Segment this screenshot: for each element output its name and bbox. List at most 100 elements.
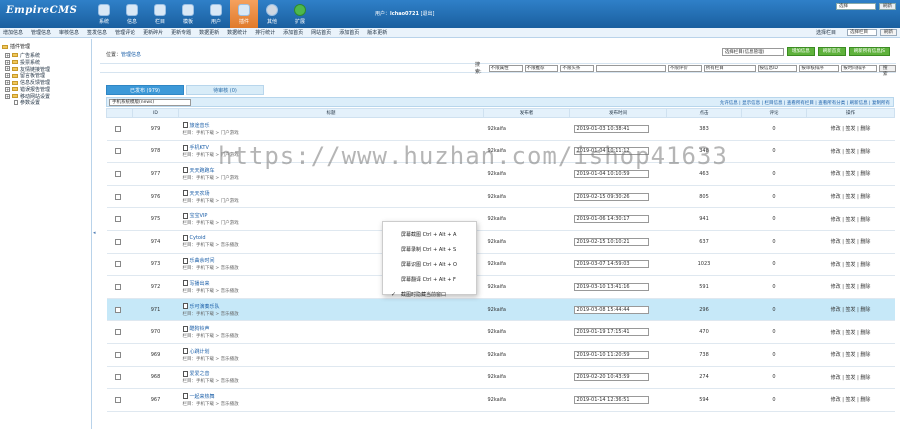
operations-links[interactable]: 修改 | 签发 | 删除 [806, 230, 895, 254]
operations-links[interactable]: 修改 | 签发 | 删除 [806, 162, 895, 186]
table-row[interactable]: 969 心跳计划 栏目：手机下载 > 音乐播放 92kaifa 2019-01-10 1… [106, 343, 895, 367]
menubar-column-select[interactable]: 选择栏目 [847, 29, 877, 36]
time-field[interactable]: 2019-03-10 13:41:16 [573, 282, 649, 291]
menu-item[interactable]: 数据更新 [199, 29, 219, 36]
title-link[interactable]: 一起来热舞 [190, 393, 215, 400]
add-info-button[interactable]: 增加信息 [786, 47, 815, 56]
operations-links[interactable]: 修改 | 签发 | 删除 [806, 185, 895, 209]
menu-item[interactable]: 添加首页 [339, 29, 359, 36]
edit-icon[interactable] [182, 348, 188, 355]
operations-links[interactable]: 修改 | 签发 | 删除 [806, 388, 895, 412]
table-row[interactable]: 972 写播出来 栏目：手机下载 > 音乐播放 92kaifa 2019-03-10 1… [106, 275, 895, 299]
edit-icon[interactable] [182, 235, 188, 242]
menu-item[interactable]: 版本更新 [367, 29, 387, 36]
table-row[interactable]: 975 宝宝VIP 栏目：手机下载 > 门户游戏 92kaifa 2019-01-06 … [106, 207, 895, 231]
row-checkbox[interactable] [114, 216, 121, 223]
menu-item[interactable]: 网站首页 [311, 29, 331, 36]
tree-item[interactable]: + 友情链接管理 [2, 66, 89, 73]
nav-item[interactable]: 扩展 [286, 0, 314, 28]
template-select[interactable]: 手机系统模版(news) [109, 98, 191, 106]
menubar-refresh-button[interactable]: 刷新 [880, 29, 897, 36]
operations-links[interactable]: 修改 | 签发 | 删除 [806, 140, 895, 164]
title-link[interactable]: 宝宝VIP [190, 212, 208, 219]
title-link[interactable]: 写播出来 [190, 280, 210, 287]
menu-item[interactable]: 数据统计 [227, 29, 247, 36]
context-menu-item[interactable]: 屏幕录制 Ctrl + Alt + S [383, 242, 476, 257]
sort-time-select[interactable]: 按时间排序 [841, 64, 878, 72]
table-row[interactable]: 971 乐可演奏乐队 栏目：手机下载 > 音乐播放 92kaifa 2019-03-08… [106, 298, 895, 322]
expand-icon[interactable]: + [5, 66, 10, 72]
title-link[interactable]: 天天跑跑车 [190, 167, 215, 174]
tab-published[interactable]: 已发布 (979) [106, 85, 184, 95]
context-menu-item[interactable]: 屏幕识图 Ctrl + Alt + O [383, 257, 476, 272]
nav-item[interactable]: 信息 [118, 0, 146, 28]
expand-icon[interactable]: + [5, 73, 10, 79]
filter-attr-select[interactable]: 不限属性 [488, 64, 523, 72]
operations-links[interactable]: 修改 | 签发 | 删除 [806, 117, 895, 141]
edit-icon[interactable] [182, 167, 188, 174]
nav-item[interactable]: 栏目 [146, 0, 174, 28]
edit-icon[interactable] [182, 393, 188, 400]
time-field[interactable]: 2019-03-08 15:44:44 [573, 305, 649, 314]
edit-icon[interactable] [182, 303, 188, 310]
menu-item[interactable]: 更新碎片 [143, 29, 163, 36]
context-menu-item[interactable]: 屏幕翻译 Ctrl + Alt + F [383, 272, 476, 287]
title-link[interactable]: Cytoid [190, 235, 206, 241]
row-checkbox[interactable] [114, 329, 121, 336]
filter-column-select[interactable]: 所有栏目 [703, 64, 756, 72]
nav-item[interactable]: 系统 [90, 0, 118, 28]
row-checkbox[interactable] [114, 283, 121, 290]
title-link[interactable]: 手机KTV [190, 144, 209, 151]
menu-item[interactable]: 签发信息 [87, 29, 107, 36]
menu-item[interactable]: 更新专题 [171, 29, 191, 36]
time-field[interactable]: 2019-01-14 12:36:51 [573, 395, 649, 404]
operations-links[interactable]: 修改 | 签发 | 删除 [806, 207, 895, 231]
tree-item[interactable]: + 移动网站设置 [2, 93, 89, 100]
time-field[interactable]: 2019-01-06 14:30:17 [573, 215, 649, 224]
menu-item[interactable]: 增加信息 [3, 29, 23, 36]
filter-rating-select[interactable]: 不限评价 [667, 64, 702, 72]
tree-root[interactable]: 插件管理 [2, 43, 89, 50]
sidebar-toggle-icon[interactable]: ◂ [93, 230, 96, 236]
row-checkbox[interactable] [114, 374, 121, 381]
operations-links[interactable]: 修改 | 签发 | 删除 [806, 320, 895, 344]
nav-item[interactable]: 其他 [258, 0, 286, 28]
menu-item[interactable]: 排行统计 [255, 29, 275, 36]
time-field[interactable]: 2019-02-20 10:43:59 [573, 373, 649, 382]
operations-links[interactable]: 修改 | 签发 | 删除 [806, 253, 895, 277]
table-row[interactable]: 979 旅途音乐 栏目：手机下载 > 门户游戏 92kaifa 2019-01-03 1… [106, 117, 895, 141]
edit-icon[interactable] [182, 280, 188, 287]
toolbar-links[interactable]: 允许信息 | 显示信息 | 栏目信息 | 查看所有栏目 | 查看所有分类 | 刷… [720, 100, 890, 106]
edit-icon[interactable] [182, 122, 188, 129]
menu-item[interactable]: 审核信息 [59, 29, 79, 36]
operations-links[interactable]: 修改 | 签发 | 删除 [806, 275, 895, 299]
filter-recommend-select[interactable]: 不限推荐 [524, 64, 559, 72]
table-row[interactable]: 967 一起来热舞 栏目：手机下载 > 音乐播放 92kaifa 2019-01-14 … [106, 388, 895, 412]
nav-item[interactable]: 插件 [230, 0, 258, 28]
table-row[interactable]: 973 乐曲余时间 栏目：手机下载 > 音乐播放 92kaifa 2019-03-07 … [106, 253, 895, 277]
time-field[interactable]: 2019-01-04 10:10:59 [573, 169, 649, 178]
expand-icon[interactable]: + [5, 59, 10, 65]
expand-icon[interactable]: + [5, 93, 10, 99]
logout-link[interactable]: [退出] [421, 11, 435, 17]
nav-item[interactable]: 用户 [202, 0, 230, 28]
row-checkbox[interactable] [114, 396, 121, 403]
table-row[interactable]: 976 天天农场 栏目：手机下载 > 门户游戏 92kaifa 2019-02-15 0… [106, 185, 895, 209]
expand-icon[interactable]: + [5, 52, 10, 58]
context-menu-item[interactable]: ✓ 截图时隐藏当前窗口 [383, 287, 476, 302]
sort-review-select[interactable]: 按审核排序 [799, 64, 840, 72]
top-refresh-button[interactable]: 刷新 [879, 3, 896, 10]
tree-subitem[interactable]: 参数设置 [2, 100, 89, 106]
time-field[interactable]: 2019-03-07 14:59:03 [573, 260, 649, 269]
title-link[interactable]: 心跳计划 [190, 348, 210, 355]
time-field[interactable]: 2019-02-15 09:30:26 [573, 192, 649, 201]
title-link[interactable]: 天天农场 [190, 190, 210, 197]
expand-icon[interactable]: + [5, 86, 10, 92]
operations-links[interactable]: 修改 | 签发 | 删除 [806, 343, 895, 367]
row-checkbox[interactable] [114, 261, 121, 268]
column-select[interactable]: 选择栏目(信息管理) [721, 47, 784, 56]
row-checkbox[interactable] [114, 238, 121, 245]
refresh-js-button[interactable]: 刷新所有信息JS [848, 47, 890, 56]
time-field[interactable]: 2019-01-10 11:20:59 [573, 350, 649, 359]
time-field[interactable]: 2019-01-03 10:38:41 [573, 124, 649, 133]
